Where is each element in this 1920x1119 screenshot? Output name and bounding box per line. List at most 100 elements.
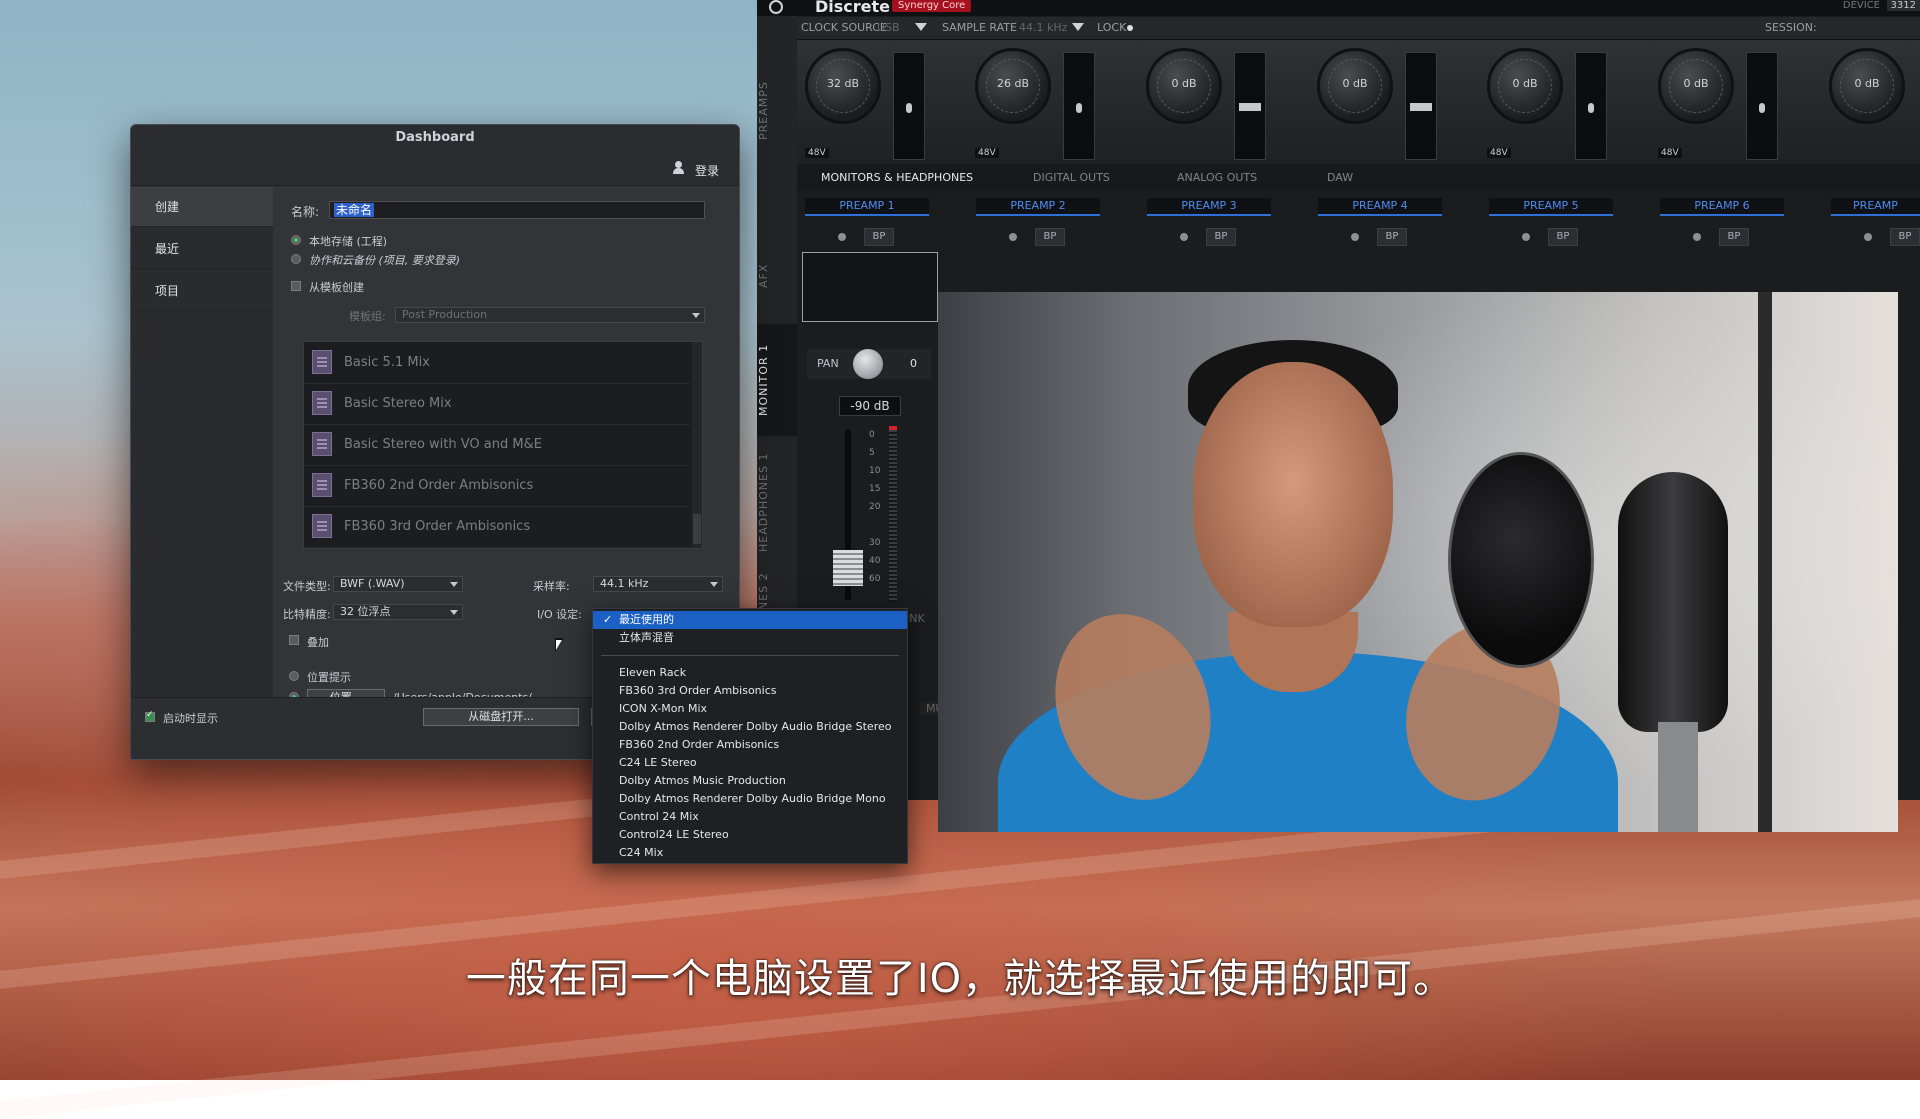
menu-item-stereo-mix[interactable]: 立体声混音 xyxy=(593,629,907,647)
login-button[interactable]: 登录 xyxy=(695,162,719,179)
template-list: Basic 5.1 Mix Basic Stereo Mix Basic Ste… xyxy=(303,341,703,549)
menu-item[interactable]: Dolby Atmos Renderer Dolby Audio Bridge … xyxy=(593,718,907,736)
channel-preamp-2[interactable]: PREAMP 2 xyxy=(976,198,1100,216)
fader-handle[interactable] xyxy=(833,550,863,586)
preamp-input-selector[interactable] xyxy=(1575,52,1607,160)
file-type-select[interactable]: BWF (.WAV) xyxy=(333,576,463,592)
fader-scale-tick: 15 xyxy=(869,484,881,494)
menu-item[interactable]: Dolby Atmos Renderer Dolby Audio Bridge … xyxy=(593,790,907,808)
afx-slot[interactable] xyxy=(802,252,938,322)
fader-scale-tick: 0 xyxy=(869,430,875,440)
preamp-gain-value: 0 dB xyxy=(1342,77,1368,90)
bypass-button[interactable]: BP xyxy=(1719,228,1749,246)
sidebar-item-recent[interactable]: 最近 xyxy=(131,229,273,269)
session-name-input[interactable]: 未命名 xyxy=(329,201,705,219)
phantom-power-badge[interactable]: 48V xyxy=(975,148,999,158)
sample-rate-dropdown-icon[interactable] xyxy=(1072,23,1084,31)
channel-preamp-6[interactable]: PREAMP 6 xyxy=(1660,198,1784,216)
tab-digital-outs[interactable]: DIGITAL OUTS xyxy=(1033,171,1110,184)
channel-preamp-5[interactable]: PREAMP 5 xyxy=(1489,198,1613,216)
menu-item[interactable]: C24 LE Stereo xyxy=(593,754,907,772)
menu-item[interactable]: FB360 3rd Order Ambisonics xyxy=(593,682,907,700)
local-storage-radio[interactable] xyxy=(291,235,301,245)
sidebar-item-create[interactable]: 创建 xyxy=(131,187,273,227)
from-template-checkbox[interactable] xyxy=(291,281,301,291)
bypass-button[interactable]: BP xyxy=(1377,228,1407,246)
preamp-input-selector[interactable] xyxy=(1063,52,1095,160)
clock-settings-bar: CLOCK SOURCE USB SAMPLE RATE 44.1 kHz LO… xyxy=(797,17,1920,40)
sample-rate-select[interactable]: 44.1 kHz xyxy=(593,576,723,592)
session-document-icon xyxy=(312,514,332,538)
channel-preamp-7[interactable]: PREAMP xyxy=(1831,198,1920,216)
monitor-level-readout: -90 dB xyxy=(839,396,901,416)
bypass-button[interactable]: BP xyxy=(1890,228,1920,246)
list-item[interactable]: Basic Stereo Mix xyxy=(304,383,690,425)
tab-analog-outs[interactable]: ANALOG OUTS xyxy=(1177,171,1257,184)
template-group-select[interactable]: Post Production xyxy=(395,307,705,323)
channel-preamp-3[interactable]: PREAMP 3 xyxy=(1147,198,1271,216)
open-from-disk-button[interactable]: 从磁盘打开... xyxy=(423,708,579,726)
sidebar-item-projects[interactable]: 项目 xyxy=(131,271,273,311)
user-icon[interactable] xyxy=(673,161,684,174)
preamp-gain-value: 26 dB xyxy=(996,77,1030,90)
menu-item[interactable]: FB360 2nd Order Ambisonics xyxy=(593,736,907,754)
template-list-scrollbar[interactable] xyxy=(692,342,702,548)
session-label: SESSION: xyxy=(1765,21,1817,34)
list-item[interactable]: Basic Stereo with VO and M&E xyxy=(304,424,690,466)
list-item[interactable]: FB360 3rd Order Ambisonics xyxy=(304,506,690,548)
list-item[interactable]: FB360 2nd Order Ambisonics xyxy=(304,465,690,507)
checkmark-icon: ✓ xyxy=(603,613,613,626)
pan-knob[interactable] xyxy=(853,349,883,379)
mouse-cursor-icon xyxy=(555,638,567,656)
menu-item[interactable]: C24 Mix xyxy=(593,844,907,862)
preamp-4-module: 0 dB xyxy=(1309,48,1477,160)
show-on-startup-label: 启动时显示 xyxy=(163,712,218,725)
bypass-button[interactable]: BP xyxy=(864,228,894,246)
tab-monitors-headphones[interactable]: MONITORS & HEADPHONES xyxy=(821,171,973,184)
clock-source-dropdown-icon[interactable] xyxy=(915,23,927,31)
clock-source-value[interactable]: USB xyxy=(877,21,900,34)
sidebar-headphones-1[interactable]: HEADPHONES 1 xyxy=(757,442,797,562)
interleaved-checkbox[interactable] xyxy=(289,635,299,645)
chevron-down-icon xyxy=(692,313,700,318)
template-name: Basic Stereo Mix xyxy=(344,396,452,411)
menu-item[interactable]: Control 24 Mix xyxy=(593,808,907,826)
preamp-input-selector[interactable] xyxy=(1746,52,1778,160)
phantom-power-badge[interactable]: 48V xyxy=(1658,148,1682,158)
bypass-button[interactable]: BP xyxy=(1035,228,1065,246)
preamp-input-selector[interactable] xyxy=(1234,52,1266,160)
sidebar-monitor-1[interactable]: MONITOR 1 xyxy=(757,324,797,436)
tab-daw[interactable]: DAW xyxy=(1327,171,1353,184)
power-icon[interactable] xyxy=(769,0,783,14)
scrollbar-thumb[interactable] xyxy=(693,514,701,544)
preamp-input-selector[interactable] xyxy=(1405,52,1437,160)
pan-label: PAN xyxy=(817,357,839,370)
sidebar-afx[interactable]: AFX xyxy=(757,246,797,306)
channel-preamp-4[interactable]: PREAMP 4 xyxy=(1318,198,1442,216)
sample-rate-value[interactable]: 44.1 kHz xyxy=(1019,21,1067,34)
from-template-label: 从模板创建 xyxy=(309,281,364,294)
phantom-power-badge[interactable]: 48V xyxy=(805,148,829,158)
cloud-storage-radio[interactable] xyxy=(291,254,301,264)
location-prompt-radio[interactable] xyxy=(289,671,299,681)
menu-item[interactable]: ICON X-Mon Mix xyxy=(593,700,907,718)
menu-item[interactable]: Control24 LE Stereo xyxy=(593,826,907,844)
sidebar-preamps[interactable]: PREAMPS xyxy=(757,66,797,156)
show-on-startup-checkbox[interactable] xyxy=(145,710,155,722)
channel-preamp-1[interactable]: PREAMP 1 xyxy=(805,198,929,216)
bit-depth-select[interactable]: 32 位浮点 xyxy=(333,604,463,620)
microphone-icon xyxy=(906,103,912,113)
menu-item-recent[interactable]: ✓ 最近使用的 xyxy=(593,611,907,629)
menu-item[interactable]: Dolby Atmos Music Production xyxy=(593,772,907,790)
lock-label: LOCK xyxy=(1097,21,1127,34)
bypass-button[interactable]: BP xyxy=(1548,228,1578,246)
bypass-button[interactable]: BP xyxy=(1206,228,1236,246)
menu-item[interactable]: Eleven Rack xyxy=(593,664,907,682)
phantom-power-badge[interactable]: 48V xyxy=(1487,148,1511,158)
preamp-gain-value: 0 dB xyxy=(1854,77,1880,90)
list-item[interactable]: Basic 5.1 Mix xyxy=(304,342,690,384)
clip-indicator xyxy=(889,426,897,430)
preamp-input-selector[interactable] xyxy=(893,52,925,160)
bypass-led xyxy=(1180,233,1188,241)
bypass-led xyxy=(1693,233,1701,241)
